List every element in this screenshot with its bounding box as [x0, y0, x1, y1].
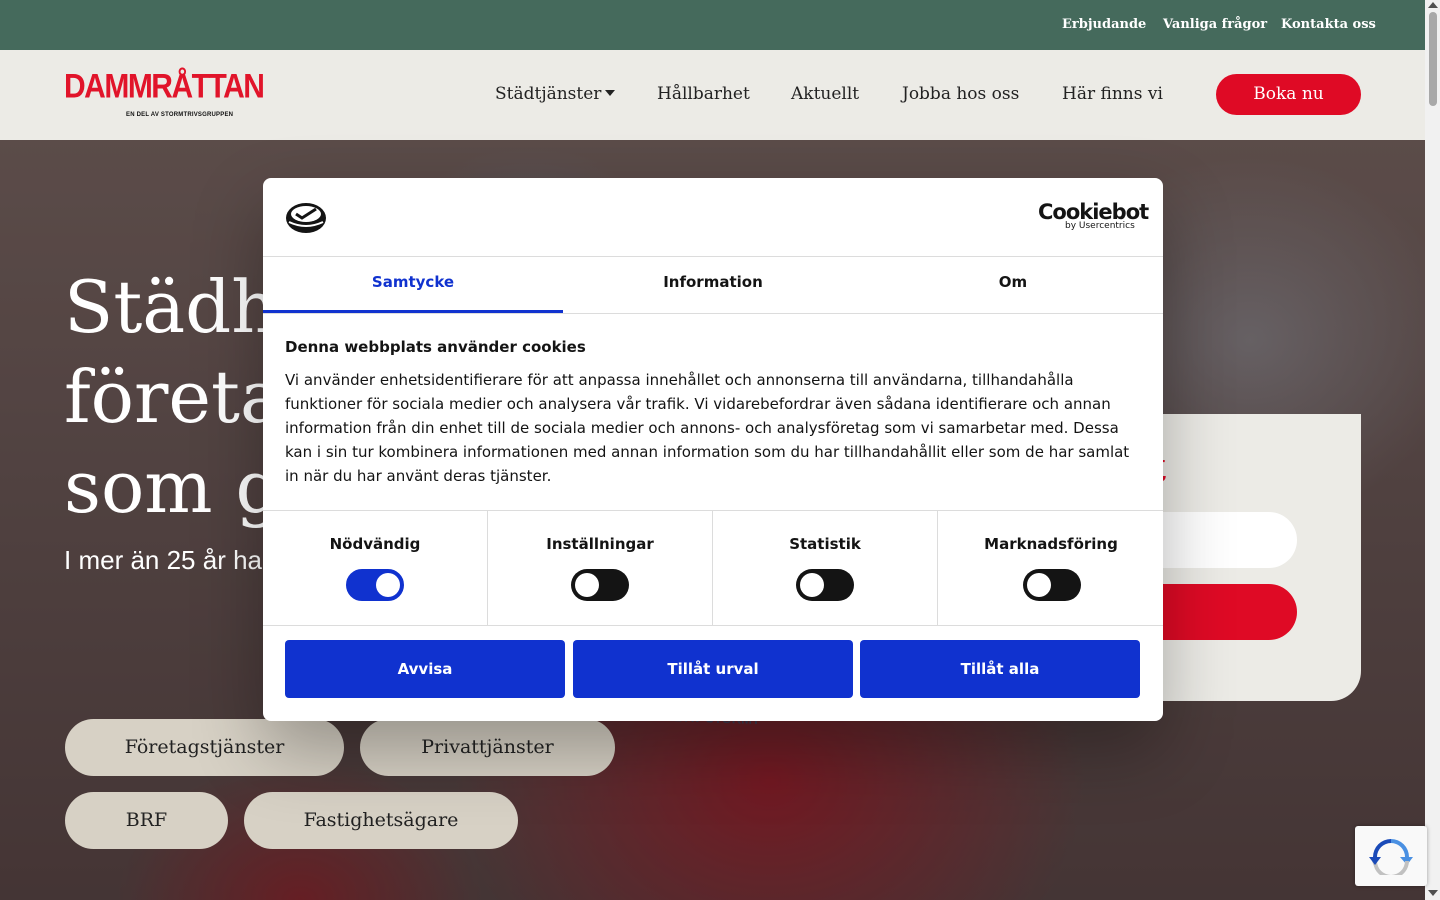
consent-category-statistik: Statistik [712, 511, 937, 625]
toggle-nodvandig[interactable] [346, 569, 404, 601]
topbar-link-vanliga-fragor[interactable]: Vanliga frågor [1163, 17, 1267, 32]
dialog-body-text: Vi använder enhetsidentifierare för att … [285, 371, 1130, 485]
tab-samtycke[interactable]: Samtycke [263, 256, 563, 313]
nav-item-label: Städtjänster [495, 84, 602, 104]
cookiebot-by-usercentrics: by Usercentrics [1065, 221, 1135, 231]
allow-all-button[interactable]: Tillåt alla [860, 640, 1140, 698]
toggle-knob [1027, 573, 1051, 597]
consent-category-nodvandig: Nödvändig [263, 511, 487, 625]
nav-item-hallbarhet[interactable]: Hållbarhet [657, 84, 750, 104]
consent-categories: Nödvändig Inställningar Statistik Markna… [263, 510, 1163, 626]
chevron-down-icon [605, 89, 616, 96]
scrollbar-thumb[interactable] [1429, 12, 1437, 106]
toggle-knob [376, 573, 400, 597]
logo-tagline: EN DEL AV STORMTRIVSGRUPPEN [126, 112, 234, 118]
toggle-installningar[interactable] [571, 569, 629, 601]
cookie-icon [286, 203, 326, 233]
recaptcha-icon [1369, 839, 1413, 875]
consent-label: Statistik [789, 535, 861, 553]
consent-category-marknadsforing: Marknadsföring [937, 511, 1163, 625]
allow-selection-button[interactable]: Tillåt urval [573, 640, 853, 698]
topbar-link-erbjudande[interactable]: Erbjudande [1062, 17, 1146, 32]
nav-item-stadtjanster[interactable]: Städtjänster [495, 84, 616, 104]
toggle-marknadsforing[interactable] [1023, 569, 1081, 601]
dialog-tabs: Samtycke Information Om [263, 256, 1163, 314]
tab-information[interactable]: Information [563, 256, 863, 313]
book-now-button[interactable]: Boka nu [1216, 74, 1361, 115]
reject-button[interactable]: Avvisa [285, 640, 565, 698]
nav-item-jobba-hos-oss[interactable]: Jobba hos oss [902, 84, 1019, 104]
recaptcha-badge[interactable] [1355, 826, 1427, 886]
nav-item-har-finns-vi[interactable]: Här finns vi [1062, 84, 1163, 104]
nav-item-aktuellt[interactable]: Aktuellt [791, 84, 859, 104]
scroll-up-arrow-icon[interactable] [1428, 2, 1438, 8]
page-scrollbar[interactable] [1425, 0, 1440, 900]
top-utility-bar: Erbjudande Vanliga frågor Kontakta oss [0, 0, 1425, 50]
toggle-knob [800, 573, 824, 597]
site-logo[interactable]: DAMMRÅTTAN EN DEL AV STORMTRIVSGRUPPEN [64, 67, 265, 122]
consent-label: Nödvändig [329, 535, 421, 553]
toggle-statistik[interactable] [796, 569, 854, 601]
hero-button-foretagstjanster[interactable]: Företagstjänster [65, 719, 344, 776]
tab-om[interactable]: Om [863, 256, 1163, 313]
cookie-consent-dialog: Cookiebot by Usercentrics Samtycke Infor… [263, 178, 1163, 721]
scroll-down-arrow-icon[interactable] [1428, 890, 1438, 896]
hero-button-fastighetsagare[interactable]: Fastighetsägare [244, 792, 518, 849]
topbar-link-kontakta-oss[interactable]: Kontakta oss [1281, 17, 1376, 32]
consent-label: Inställningar [546, 535, 654, 553]
hero-button-brf[interactable]: BRF [65, 792, 228, 849]
consent-category-installningar: Inställningar [487, 511, 712, 625]
hero-button-privattjanster[interactable]: Privattjänster [360, 719, 615, 776]
dialog-header: Cookiebot by Usercentrics [263, 178, 1163, 257]
logo-wordmark: DAMMRÅTTAN [64, 67, 265, 106]
toggle-knob [575, 573, 599, 597]
dialog-heading: Denna webbplats använder cookies [285, 338, 586, 356]
consent-label: Marknadsföring [984, 535, 1118, 553]
